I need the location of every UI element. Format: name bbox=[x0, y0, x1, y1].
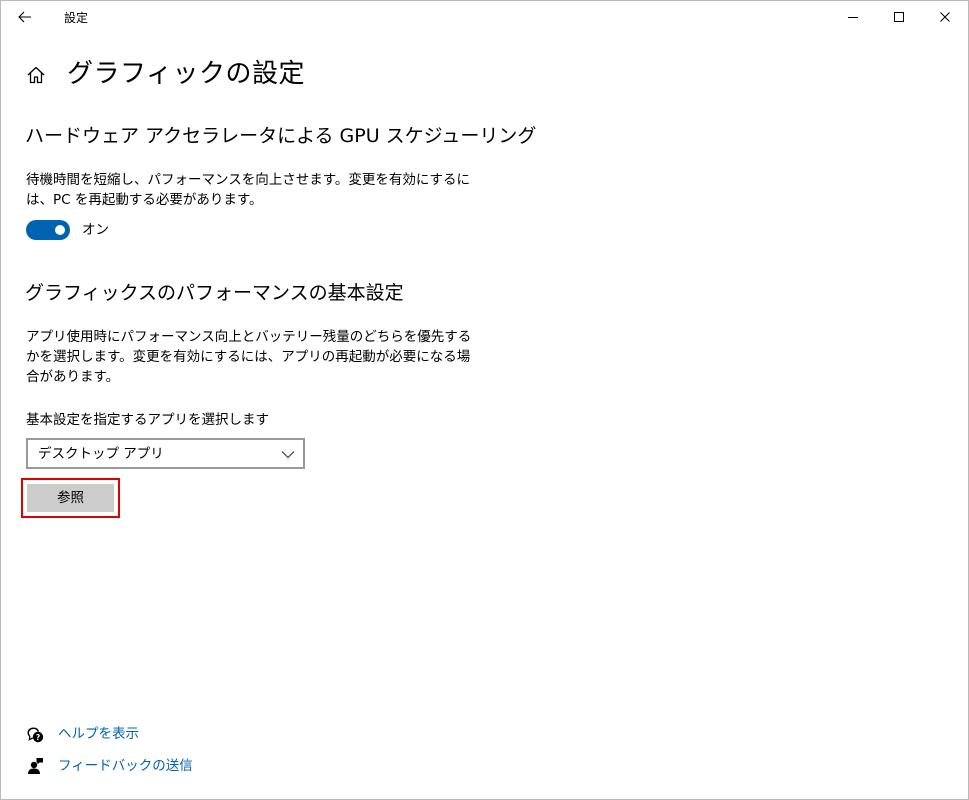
close-button[interactable] bbox=[922, 1, 968, 33]
back-button[interactable] bbox=[1, 1, 49, 33]
feedback-link[interactable]: フィードバックの送信 bbox=[26, 755, 193, 777]
app-type-selected-value: デスクトップ アプリ bbox=[38, 446, 164, 462]
help-chat-icon: ? bbox=[27, 727, 44, 743]
page-title: グラフィックの設定 bbox=[67, 59, 305, 89]
feedback-person-icon bbox=[28, 758, 43, 774]
help-link[interactable]: ? ヘルプを表示 bbox=[26, 723, 139, 745]
home-icon[interactable] bbox=[25, 64, 47, 86]
browse-highlight-frame: 参照 bbox=[21, 478, 120, 518]
window-title: 設定 bbox=[64, 11, 89, 25]
app-type-dropdown[interactable]: デスクトップ アプリ bbox=[26, 438, 305, 469]
gpu-scheduling-toggle[interactable] bbox=[26, 220, 70, 240]
chevron-down-icon bbox=[281, 451, 295, 459]
minimize-icon bbox=[848, 17, 858, 18]
toggle-knob bbox=[55, 225, 65, 235]
close-icon bbox=[940, 12, 950, 22]
app-type-select-label: 基本設定を指定するアプリを選択します bbox=[26, 412, 269, 428]
gpu-scheduling-description: 待機時間を短縮し、パフォーマンスを向上させます。変更を有効にするには、PC を再… bbox=[26, 172, 471, 208]
help-link-label[interactable]: ヘルプを表示 bbox=[58, 724, 139, 744]
browse-button[interactable]: 参照 bbox=[27, 484, 114, 512]
maximize-icon bbox=[894, 12, 904, 22]
feedback-link-label[interactable]: フィードバックの送信 bbox=[58, 756, 193, 776]
performance-heading: グラフィックスのパフォーマンスの基本設定 bbox=[25, 282, 404, 304]
gpu-scheduling-heading: ハードウェア アクセラレータによる GPU スケジューリング bbox=[25, 125, 537, 147]
performance-description: アプリ使用時にパフォーマンス向上とバッテリー残量のどちらを優先するかを選択します… bbox=[26, 329, 472, 385]
maximize-button[interactable] bbox=[876, 1, 922, 33]
title-bar: 設定 bbox=[1, 1, 968, 33]
gpu-scheduling-toggle-label: オン bbox=[82, 222, 109, 238]
minimize-button[interactable] bbox=[830, 1, 876, 33]
svg-text:?: ? bbox=[36, 733, 40, 742]
settings-window: 設定 グラフィックの設定 ハードウェア アクセラレータによる GPU スケジュー… bbox=[0, 0, 969, 800]
arrow-left-icon bbox=[18, 11, 31, 23]
